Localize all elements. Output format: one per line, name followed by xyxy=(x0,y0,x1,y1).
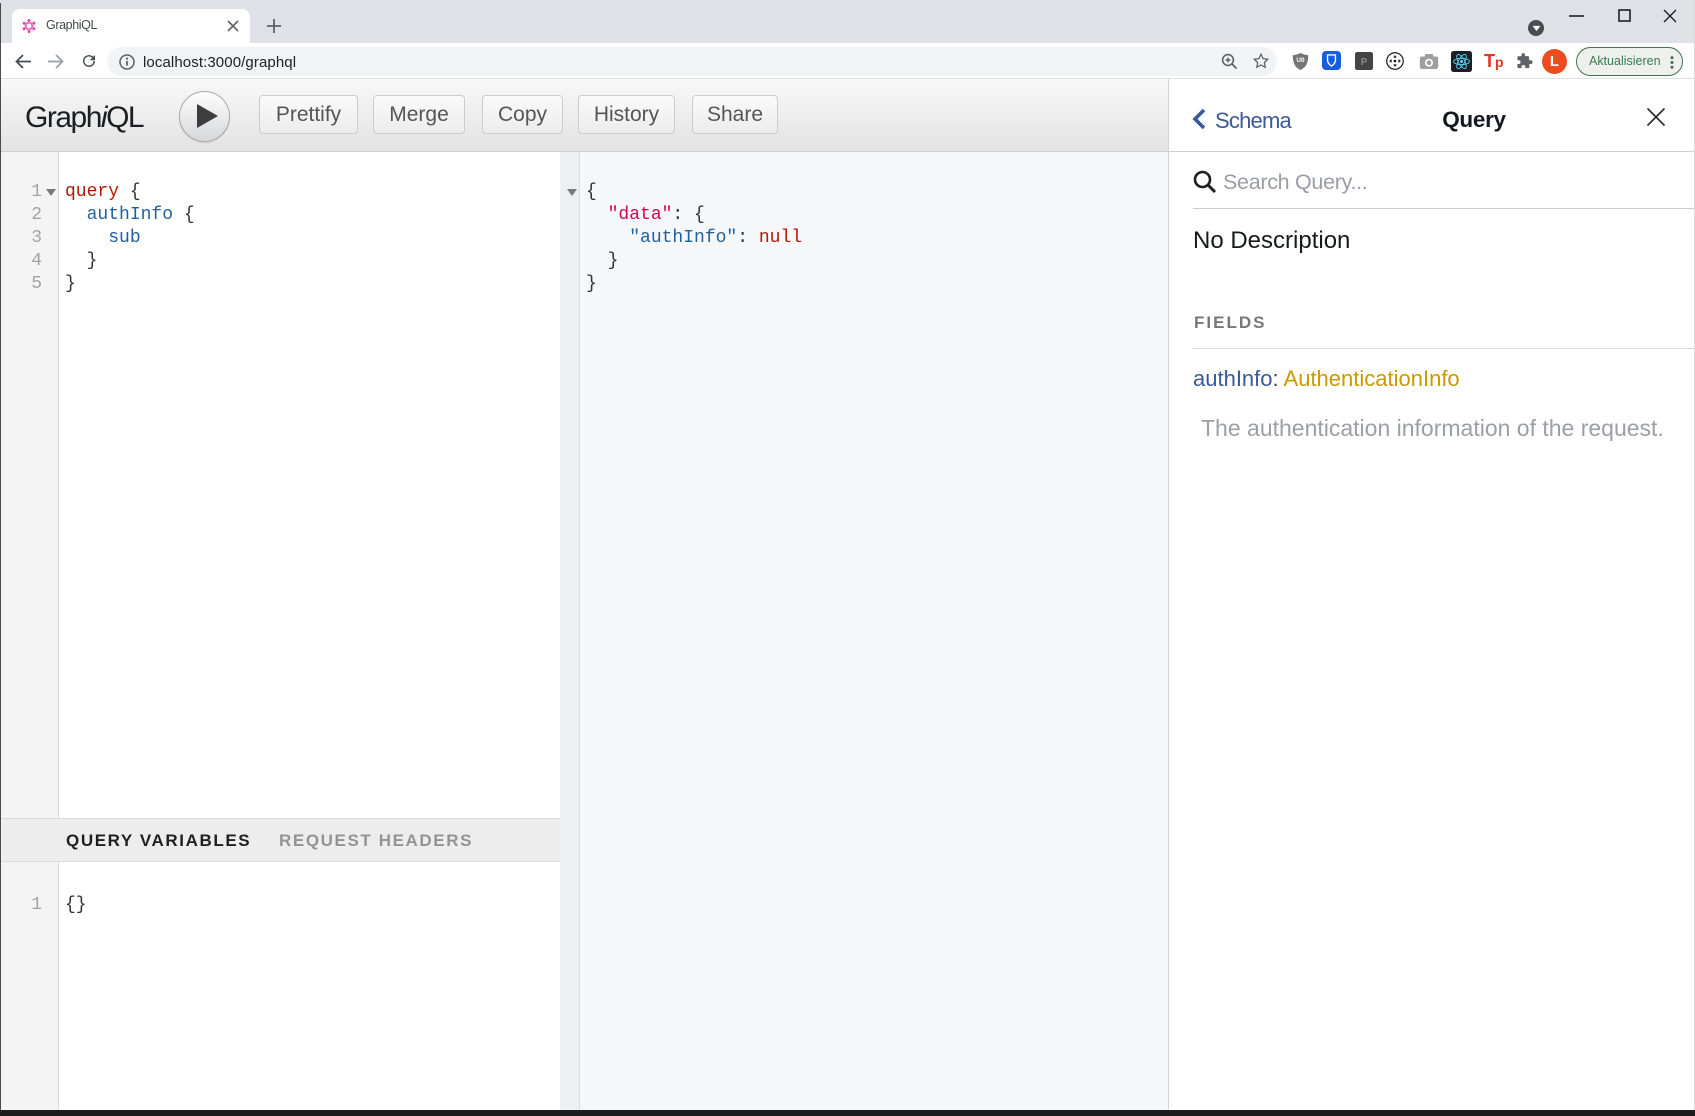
svg-text:U0: U0 xyxy=(1296,57,1305,64)
svg-text:P: P xyxy=(1361,57,1368,68)
